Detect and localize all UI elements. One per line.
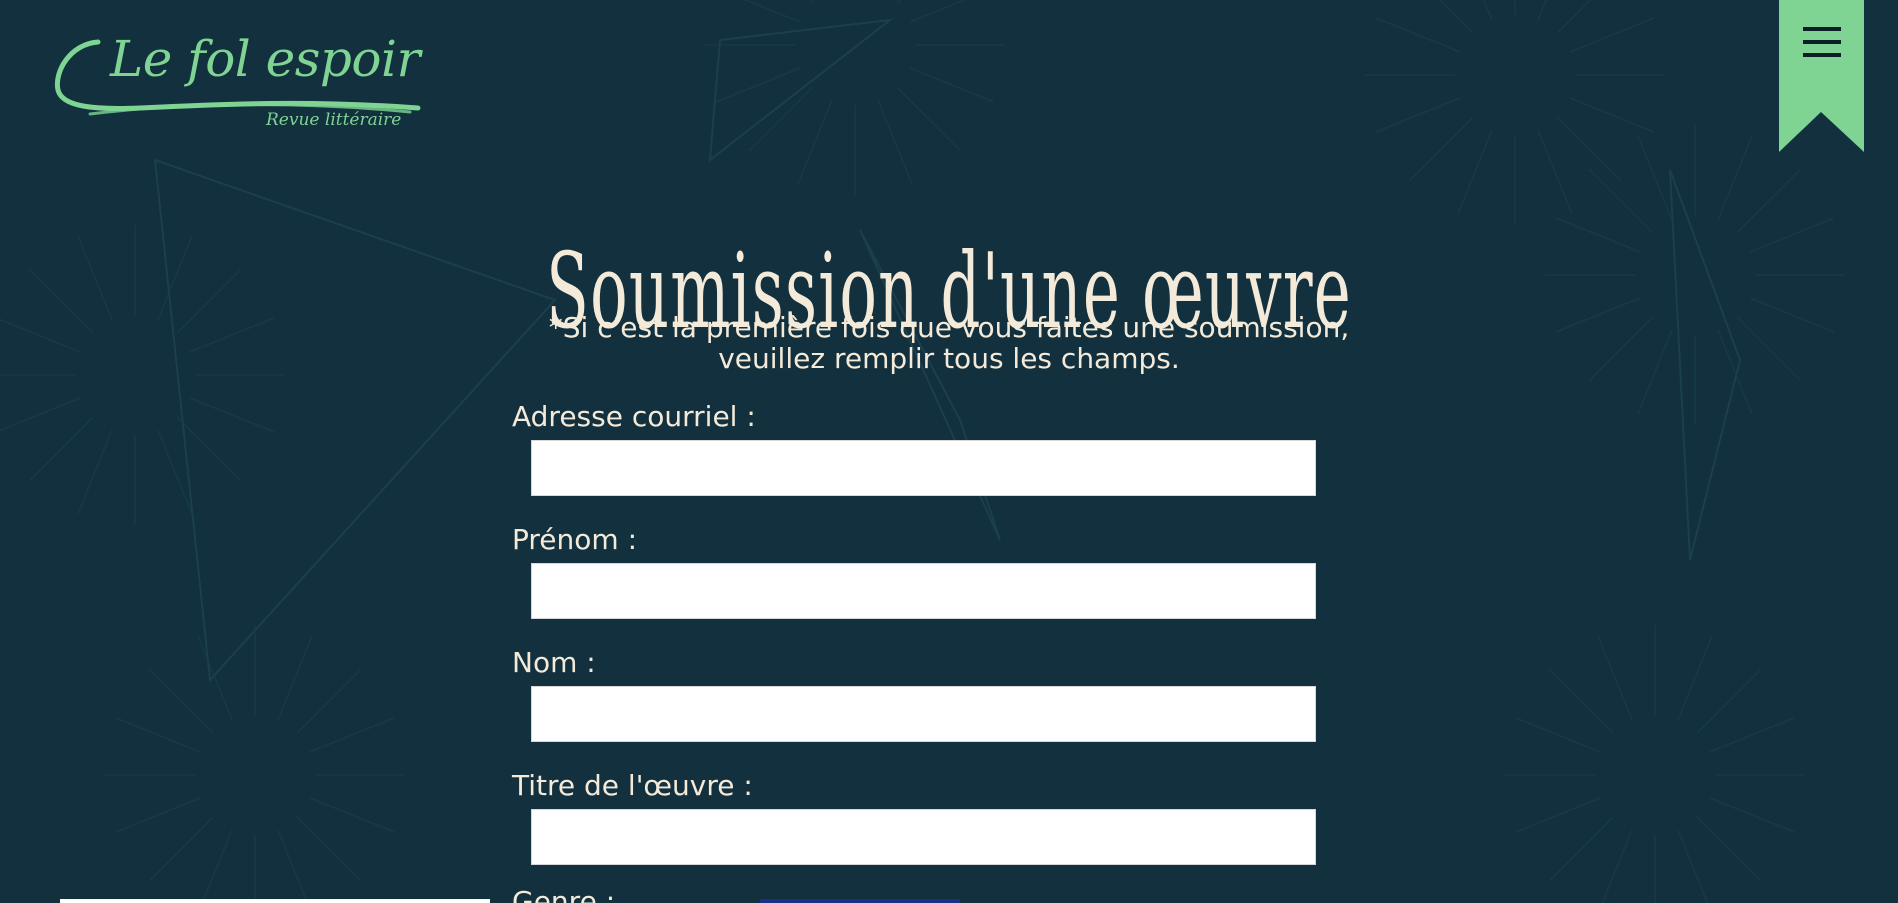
bookmark-ribbon-icon (1779, 0, 1864, 152)
page: Le fol espoir Revue littéraire Soumissio… (0, 0, 1898, 903)
work-title-label: Titre de l'œuvre : (512, 769, 753, 802)
form-notice: *Si c'est la première fois que vous fait… (500, 312, 1398, 374)
hamburger-menu-icon[interactable] (1803, 27, 1841, 57)
first-name-label: Prénom : (512, 523, 638, 556)
notice-line-1: *Si c'est la première fois que vous fait… (548, 311, 1350, 344)
last-name-field[interactable] (531, 686, 1316, 742)
bottom-strip (60, 899, 490, 903)
email-field[interactable] (531, 440, 1316, 496)
work-title-field[interactable] (531, 809, 1316, 865)
menu-button[interactable] (1779, 0, 1864, 152)
site-logo[interactable]: Le fol espoir Revue littéraire (50, 28, 430, 138)
email-label: Adresse courriel : (512, 400, 756, 433)
notice-line-2: veuillez remplir tous les champs. (718, 342, 1180, 375)
bottom-strip-accent (760, 899, 960, 903)
first-name-field[interactable] (531, 563, 1316, 619)
logo-tagline: Revue littéraire (266, 110, 402, 130)
logo-title: Le fol espoir (110, 30, 420, 88)
genre-label: Genre : (512, 888, 615, 903)
last-name-label: Nom : (512, 646, 596, 679)
